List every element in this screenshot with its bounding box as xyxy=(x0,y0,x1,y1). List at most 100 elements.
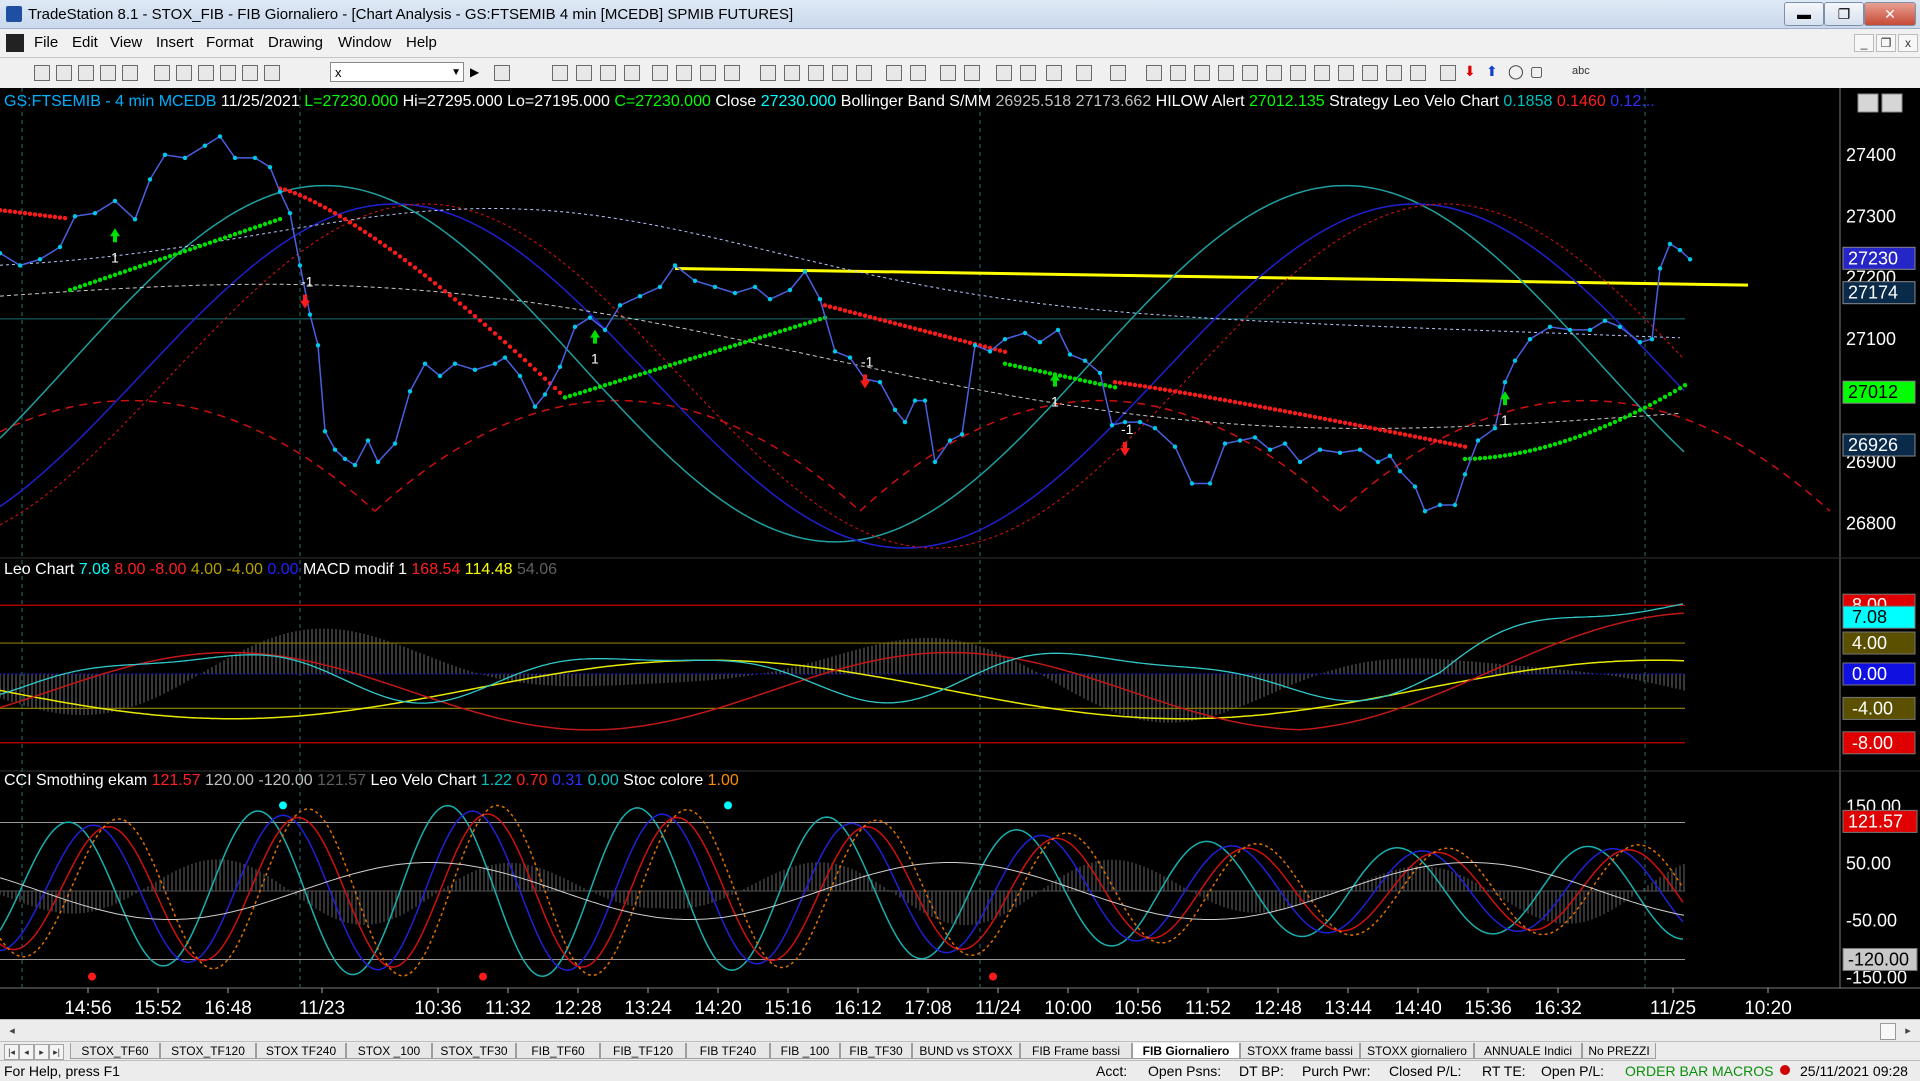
menu-file[interactable]: File xyxy=(34,34,58,51)
next-tab-icon[interactable]: ▸ xyxy=(34,1044,49,1060)
workspace-tab[interactable]: STOX TF240 xyxy=(256,1043,346,1059)
chevron-down-icon[interactable]: ▼ xyxy=(451,63,461,83)
open-workspace-icon[interactable] xyxy=(78,65,94,81)
horizontal-scrollbar[interactable]: ◂ ▸ xyxy=(0,1019,1920,1042)
freehand-icon[interactable] xyxy=(1410,65,1426,81)
workspace-tab[interactable]: FIB TF240 xyxy=(686,1043,770,1059)
pointer-icon[interactable] xyxy=(996,65,1012,81)
menu-window[interactable]: Window xyxy=(338,34,391,51)
workspace-tab[interactable]: ANNUALE Indici xyxy=(1474,1043,1582,1059)
workspace-tab[interactable]: STOXX frame bassi xyxy=(1240,1043,1360,1059)
menu-help[interactable]: Help xyxy=(406,34,437,51)
workspace-tab[interactable]: STOXX giornaliero xyxy=(1360,1043,1474,1059)
order-bar-icon[interactable] xyxy=(264,65,280,81)
menu-drawing[interactable]: Drawing xyxy=(268,34,323,51)
close-button[interactable]: ✕ xyxy=(1864,2,1916,26)
scroll-right-icon[interactable] xyxy=(910,65,926,81)
symbol-input[interactable]: x ▼ xyxy=(330,62,464,82)
scroll-left-arrow-icon[interactable]: ◂ xyxy=(4,1023,20,1039)
text-tool-icon[interactable]: abc xyxy=(1572,65,1590,77)
paste-icon[interactable] xyxy=(220,65,236,81)
arc-icon[interactable] xyxy=(1362,65,1378,81)
chart-minimize-button[interactable] xyxy=(1857,93,1879,113)
scroll-thumb[interactable] xyxy=(1880,1023,1896,1040)
channel-icon[interactable] xyxy=(1218,65,1234,81)
horizontal-line-icon[interactable] xyxy=(1170,65,1186,81)
menu-edit[interactable]: Edit xyxy=(72,34,98,51)
workspace-tab[interactable]: FIB Giornaliero xyxy=(1132,1043,1240,1059)
print-preview-icon[interactable] xyxy=(176,65,192,81)
matrix-icon[interactable] xyxy=(600,65,616,81)
news-icon[interactable] xyxy=(700,65,716,81)
play-icon[interactable]: ▶ xyxy=(470,65,479,79)
insert-indicator-icon[interactable] xyxy=(760,65,776,81)
alert-icon[interactable] xyxy=(1110,65,1126,81)
last-tab-icon[interactable]: ▸| xyxy=(49,1044,64,1060)
chart-area[interactable]: 27400 27300 27200 27100 26900 26800 1 -1 1 -1 1 -1 1… xyxy=(0,88,1920,1019)
menu-view[interactable]: View xyxy=(110,34,142,51)
save-icon[interactable] xyxy=(100,65,116,81)
time-sales-icon[interactable] xyxy=(724,65,740,81)
crosshair-icon[interactable] xyxy=(1020,65,1036,81)
gann-icon[interactable] xyxy=(1266,65,1282,81)
bar-chart-icon[interactable] xyxy=(808,65,824,81)
workspace-tab[interactable]: STOX _100 xyxy=(346,1043,432,1059)
symbol-lookup-icon[interactable] xyxy=(494,65,510,81)
rectangle-tool-icon[interactable]: ▢ xyxy=(1530,63,1543,80)
new-icon[interactable] xyxy=(34,65,50,81)
chart-canvas[interactable]: 2740027300272002710026900268001-11 -11-11… xyxy=(0,88,1920,1019)
radarscreen-icon[interactable] xyxy=(576,65,592,81)
insert-strategy-icon[interactable] xyxy=(784,65,800,81)
trendline-icon[interactable] xyxy=(1146,65,1162,81)
chart-window-icon[interactable] xyxy=(6,34,24,52)
candlestick-icon[interactable] xyxy=(832,65,848,81)
regression-icon[interactable] xyxy=(1314,65,1330,81)
print-icon[interactable] xyxy=(154,65,170,81)
optionstation-icon[interactable] xyxy=(624,65,640,81)
workspace-tab[interactable]: FIB Frame bassi xyxy=(1020,1043,1132,1059)
menu-format[interactable]: Format xyxy=(206,34,254,51)
ellipse-tool-icon[interactable]: ◯ xyxy=(1508,63,1524,80)
tools-icon[interactable] xyxy=(1046,65,1062,81)
data-window-icon[interactable] xyxy=(1076,65,1092,81)
cycle-icon[interactable] xyxy=(1386,65,1402,81)
workspace-tab[interactable]: FIB _100 xyxy=(770,1043,840,1059)
workspace-tab[interactable]: FIB_TF30 xyxy=(840,1043,912,1059)
workspace-tab[interactable]: FIB_TF120 xyxy=(600,1043,686,1059)
child-minimize-button[interactable]: _ xyxy=(1854,34,1874,52)
open-icon[interactable] xyxy=(56,65,72,81)
chart-restore-button[interactable] xyxy=(1881,93,1903,113)
save-workspace-icon[interactable] xyxy=(122,65,138,81)
up-arrow-tool-icon[interactable]: ⬆ xyxy=(1486,63,1498,80)
copy-icon[interactable] xyxy=(198,65,214,81)
fibonacci-icon[interactable] xyxy=(1242,65,1258,81)
curve-icon[interactable] xyxy=(1440,65,1456,81)
child-close-button[interactable]: x xyxy=(1898,34,1918,52)
first-tab-icon[interactable]: |◂ xyxy=(4,1044,19,1060)
andrews-pitchfork-icon[interactable] xyxy=(1290,65,1306,81)
vertical-line-icon[interactable] xyxy=(1194,65,1210,81)
workspace-tab[interactable]: FIB_TF60 xyxy=(516,1043,600,1059)
child-restore-button[interactable]: ❐ xyxy=(1876,34,1896,52)
zoom-out-icon[interactable] xyxy=(964,65,980,81)
portfolio-icon[interactable] xyxy=(652,65,668,81)
menu-insert[interactable]: Insert xyxy=(156,34,194,51)
zoom-in-icon[interactable] xyxy=(940,65,956,81)
workspace-tab[interactable]: STOX_TF60 xyxy=(70,1043,160,1059)
restore-button[interactable]: ❐ xyxy=(1824,2,1864,26)
macros-button[interactable]: MACROS xyxy=(1712,1063,1773,1079)
scroll-left-icon[interactable] xyxy=(886,65,902,81)
workspace-tab[interactable]: STOX_TF30 xyxy=(432,1043,516,1059)
speed-lines-icon[interactable] xyxy=(1338,65,1354,81)
scroll-right-arrow-icon[interactable]: ▸ xyxy=(1900,1023,1916,1039)
account-icon[interactable] xyxy=(242,65,258,81)
minimize-button[interactable]: ▬ xyxy=(1784,2,1824,26)
bar-type-icon[interactable] xyxy=(856,65,872,81)
workspace-tab[interactable]: BUND vs STOXX xyxy=(912,1043,1020,1059)
down-arrow-tool-icon[interactable]: ⬇ xyxy=(1464,63,1476,80)
order-bar-button[interactable]: ORDER BAR xyxy=(1625,1063,1708,1079)
workspace-tab[interactable]: STOX_TF120 xyxy=(160,1043,256,1059)
prev-tab-icon[interactable]: ◂ xyxy=(19,1044,34,1060)
scanner-icon[interactable] xyxy=(676,65,692,81)
chart-analysis-icon[interactable] xyxy=(552,65,568,81)
